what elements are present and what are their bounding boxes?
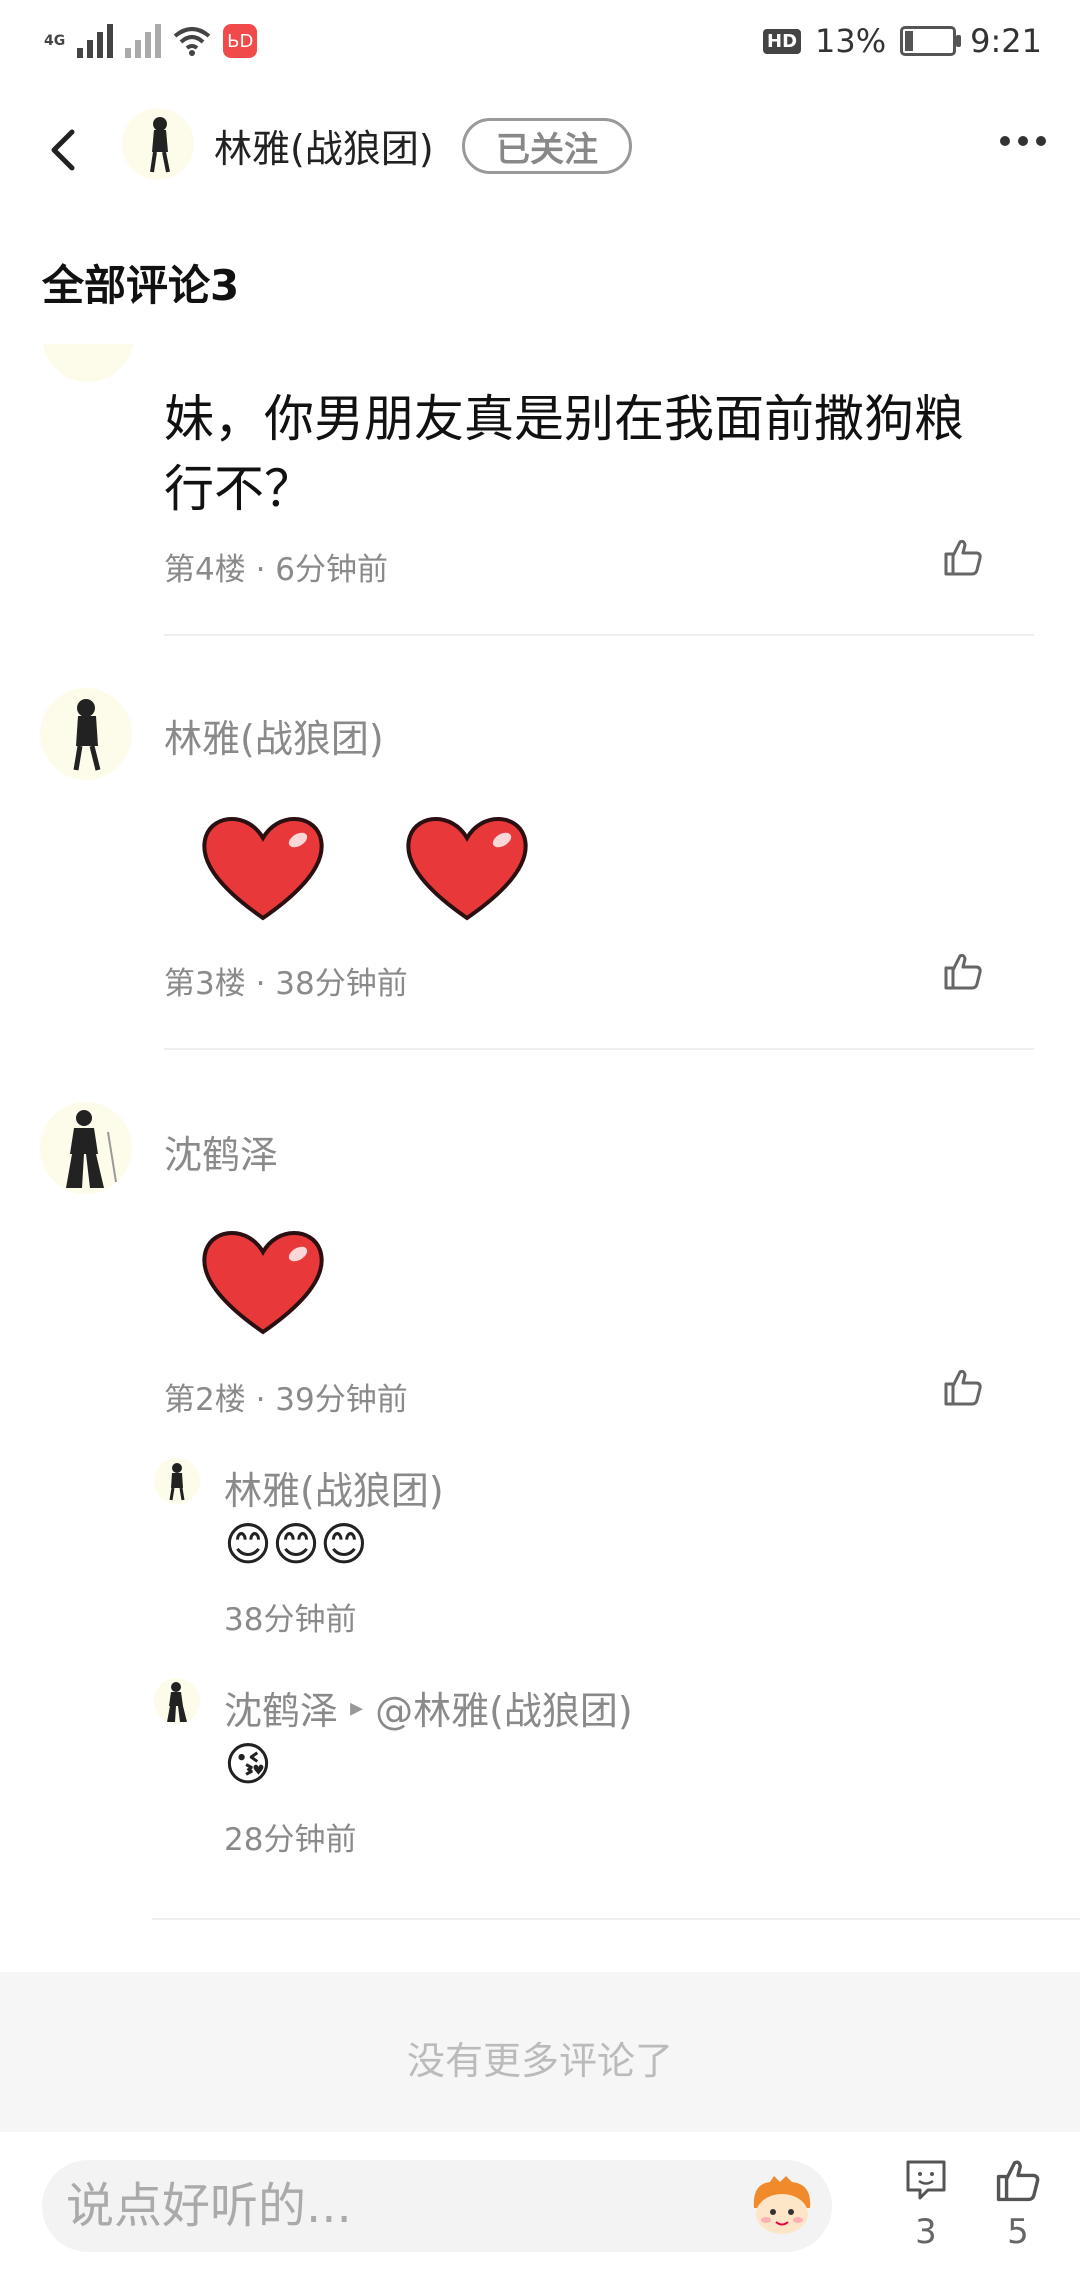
- comment-input-box[interactable]: [42, 2160, 832, 2252]
- signal-2-icon: [125, 24, 162, 58]
- divider: [164, 634, 1034, 636]
- more-icon[interactable]: [1000, 136, 1046, 146]
- battery-percent: 13%: [815, 22, 887, 60]
- avatar[interactable]: [40, 688, 132, 780]
- comment-count-button[interactable]: 3: [886, 2156, 966, 2252]
- comment-meta: 第4楼 · 6分钟前: [164, 552, 389, 588]
- comment-icon: [906, 2160, 946, 2200]
- reply-time: 28分钟前: [224, 1822, 357, 1858]
- comment-count: 3: [915, 2212, 937, 2252]
- reply-username[interactable]: 林雅(战狼团): [224, 1460, 444, 1515]
- status-bar: 4G ЬD HD 13% 9:21: [0, 0, 1080, 92]
- follow-button[interactable]: 已关注: [462, 118, 632, 174]
- heart-icon: [202, 817, 324, 921]
- heart-icon: [406, 817, 528, 921]
- reply-avatar[interactable]: [154, 1678, 200, 1724]
- comment-username[interactable]: 沈鹤泽: [164, 1124, 278, 1179]
- like-icon[interactable]: [942, 536, 984, 578]
- like-icon[interactable]: [942, 1366, 984, 1408]
- heart-icon: [202, 1231, 324, 1335]
- app-notification-icon: ЬD: [223, 24, 258, 58]
- reply-arrow-icon: ▸: [350, 1692, 364, 1723]
- like-count-button[interactable]: 5: [978, 2156, 1058, 2252]
- divider: [164, 1048, 1034, 1050]
- hd-icon: HD: [763, 28, 802, 54]
- clock: 9:21: [970, 22, 1042, 60]
- status-left: 4G ЬD: [44, 24, 258, 58]
- comment-meta: 第2楼 · 39分钟前: [164, 1382, 408, 1418]
- status-right: HD 13% 9:21: [763, 22, 1042, 60]
- back-icon[interactable]: [38, 120, 86, 180]
- section-title: 全部评论3: [42, 261, 240, 310]
- reply-time: 38分钟前: [224, 1602, 357, 1638]
- mascot-emoji-icon[interactable]: [746, 2174, 818, 2238]
- reply-mention[interactable]: @林雅(战狼团): [375, 1680, 633, 1735]
- comment-meta: 第3楼 · 38分钟前: [164, 966, 408, 1002]
- comment-input[interactable]: [64, 2177, 718, 2235]
- comment-text: 妹，你男朋友真是别在我面前撒狗粮行不？: [164, 390, 964, 518]
- like-count: 5: [1007, 2212, 1029, 2252]
- avatar[interactable]: [40, 1102, 132, 1194]
- reply-header: 沈鹤泽 ▸ @林雅(战狼团): [224, 1680, 633, 1735]
- wifi-icon: [173, 27, 211, 56]
- battery-icon: [900, 26, 962, 56]
- reply-emoji: 😊😊😊: [224, 1517, 368, 1571]
- reply-username[interactable]: 沈鹤泽: [224, 1680, 338, 1735]
- network-type: 4G: [44, 33, 66, 49]
- author-avatar[interactable]: [122, 108, 194, 180]
- like-icon: [996, 2160, 1040, 2202]
- avatar-partial: [42, 344, 134, 382]
- author-name[interactable]: 林雅(战狼团): [214, 118, 434, 173]
- reply-avatar[interactable]: [154, 1458, 200, 1504]
- no-more-text: 没有更多评论了: [406, 2039, 673, 2083]
- reply-emoji: 😘: [224, 1737, 272, 1791]
- signal-icon: [77, 24, 114, 58]
- comment-username[interactable]: 林雅(战狼团): [164, 708, 384, 763]
- like-icon[interactable]: [942, 950, 984, 992]
- divider: [152, 1918, 1080, 1920]
